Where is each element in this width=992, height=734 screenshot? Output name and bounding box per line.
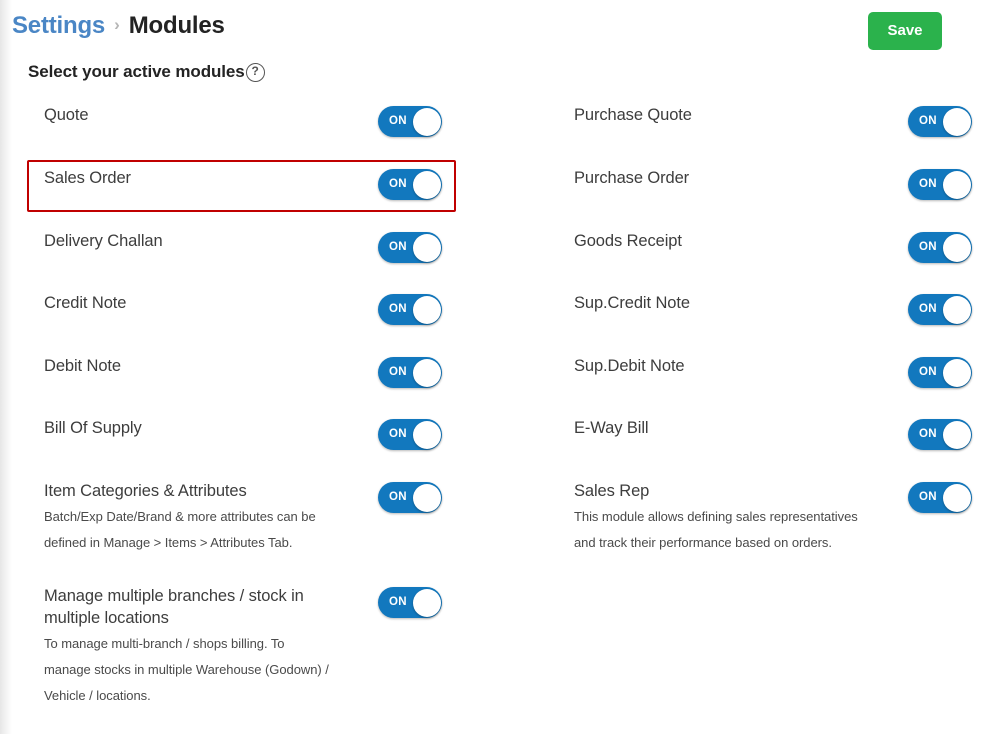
toggle-knob: [942, 483, 971, 512]
module-label-wrap: Item Categories & Attributes Batch/Exp D…: [44, 480, 374, 556]
module-label-wrap: Purchase Quote: [574, 104, 904, 126]
section-header: Select your active modules ?: [28, 62, 265, 82]
module-toggle-sup-debit-note[interactable]: ON: [908, 357, 972, 388]
help-circle-icon[interactable]: ?: [245, 62, 265, 82]
module-toggle-credit-note[interactable]: ON: [378, 294, 442, 325]
toggle-knob: [942, 170, 971, 199]
module-toggle-purchase-order[interactable]: ON: [908, 169, 972, 200]
chevron-right-icon: ›: [114, 15, 120, 34]
module-label-wrap: Sales Order: [44, 167, 374, 189]
page-title: Modules: [128, 12, 225, 39]
module-label: Credit Note: [44, 294, 127, 312]
module-label-wrap: E-Way Bill: [574, 417, 904, 439]
module-label: Sup.Credit Note: [574, 294, 690, 312]
section-title: Select your active modules: [28, 62, 245, 81]
toggle-knob: [412, 295, 441, 324]
breadcrumb-link-settings[interactable]: Settings: [12, 12, 105, 40]
toggle-knob: [412, 358, 441, 387]
module-toggle-delivery-challan[interactable]: ON: [378, 232, 442, 263]
module-description: To manage multi-branch / shops billing. …: [44, 636, 329, 703]
module-label-wrap: Sales Rep This module allows defining sa…: [574, 480, 904, 556]
toggle-knob: [412, 233, 441, 262]
toggle-state-label: ON: [919, 178, 937, 190]
module-label-wrap: Sup.Credit Note: [574, 292, 904, 314]
module-toggle-purchase-quote[interactable]: ON: [908, 106, 972, 137]
module-description: This module allows defining sales repres…: [574, 509, 858, 550]
toggle-state-label: ON: [919, 366, 937, 378]
module-label: Purchase Order: [574, 169, 690, 187]
toggle-state-label: ON: [919, 241, 937, 253]
module-label-wrap: Purchase Order: [574, 167, 904, 189]
module-label-wrap: Manage multiple branches / stock in mult…: [44, 585, 374, 709]
toggle-knob: [412, 483, 441, 512]
toggle-state-label: ON: [389, 241, 407, 253]
module-label: Sales Order: [44, 169, 131, 187]
toggle-state-label: ON: [919, 303, 937, 315]
toggle-state-label: ON: [389, 366, 407, 378]
toggle-state-label: ON: [919, 115, 937, 127]
toggle-state-label: ON: [389, 491, 407, 503]
modules-grid: Quote ON Sales Order ON Delivery Challan…: [0, 96, 992, 734]
module-toggle-sup-credit-note[interactable]: ON: [908, 294, 972, 325]
module-toggle-sales-order[interactable]: ON: [378, 169, 442, 200]
module-label: Goods Receipt: [574, 232, 682, 250]
toggle-knob: [412, 420, 441, 449]
toggle-knob: [942, 233, 971, 262]
module-label-wrap: Debit Note: [44, 355, 374, 377]
module-description: Batch/Exp Date/Brand & more attributes c…: [44, 509, 316, 550]
breadcrumb: Settings › Modules: [12, 12, 225, 40]
toggle-knob: [412, 107, 441, 136]
module-label: Manage multiple branches / stock in mult…: [44, 587, 304, 627]
module-label: E-Way Bill: [574, 419, 649, 437]
module-label: Item Categories & Attributes: [44, 482, 247, 500]
module-label-wrap: Delivery Challan: [44, 230, 374, 252]
toggle-state-label: ON: [389, 428, 407, 440]
module-label: Delivery Challan: [44, 232, 163, 250]
module-label-wrap: Sup.Debit Note: [574, 355, 904, 377]
module-toggle-sales-rep[interactable]: ON: [908, 482, 972, 513]
module-label: Sup.Debit Note: [574, 357, 685, 375]
module-toggle-e-way-bill[interactable]: ON: [908, 419, 972, 450]
module-label-wrap: Quote: [44, 104, 374, 126]
module-label: Quote: [44, 106, 89, 124]
module-toggle-item-categories-attributes[interactable]: ON: [378, 482, 442, 513]
toggle-state-label: ON: [389, 596, 407, 608]
toggle-knob: [942, 295, 971, 324]
module-toggle-quote[interactable]: ON: [378, 106, 442, 137]
module-toggle-manage-multiple-branches[interactable]: ON: [378, 587, 442, 618]
module-toggle-debit-note[interactable]: ON: [378, 357, 442, 388]
module-label-wrap: Credit Note: [44, 292, 374, 314]
toggle-state-label: ON: [919, 428, 937, 440]
toggle-knob: [942, 358, 971, 387]
toggle-state-label: ON: [389, 303, 407, 315]
module-label-wrap: Goods Receipt: [574, 230, 904, 252]
toggle-knob: [412, 170, 441, 199]
module-label: Debit Note: [44, 357, 121, 375]
toggle-state-label: ON: [919, 491, 937, 503]
toggle-state-label: ON: [389, 178, 407, 190]
toggle-knob: [942, 107, 971, 136]
module-label: Bill Of Supply: [44, 419, 142, 437]
toggle-state-label: ON: [389, 115, 407, 127]
module-label: Sales Rep: [574, 482, 650, 500]
save-button[interactable]: Save: [868, 12, 942, 50]
module-toggle-bill-of-supply[interactable]: ON: [378, 419, 442, 450]
module-label-wrap: Bill Of Supply: [44, 417, 374, 439]
module-label: Purchase Quote: [574, 106, 692, 124]
toggle-knob: [942, 420, 971, 449]
page-header: Settings › Modules Save: [0, 0, 992, 56]
toggle-knob: [412, 588, 441, 617]
module-toggle-goods-receipt[interactable]: ON: [908, 232, 972, 263]
